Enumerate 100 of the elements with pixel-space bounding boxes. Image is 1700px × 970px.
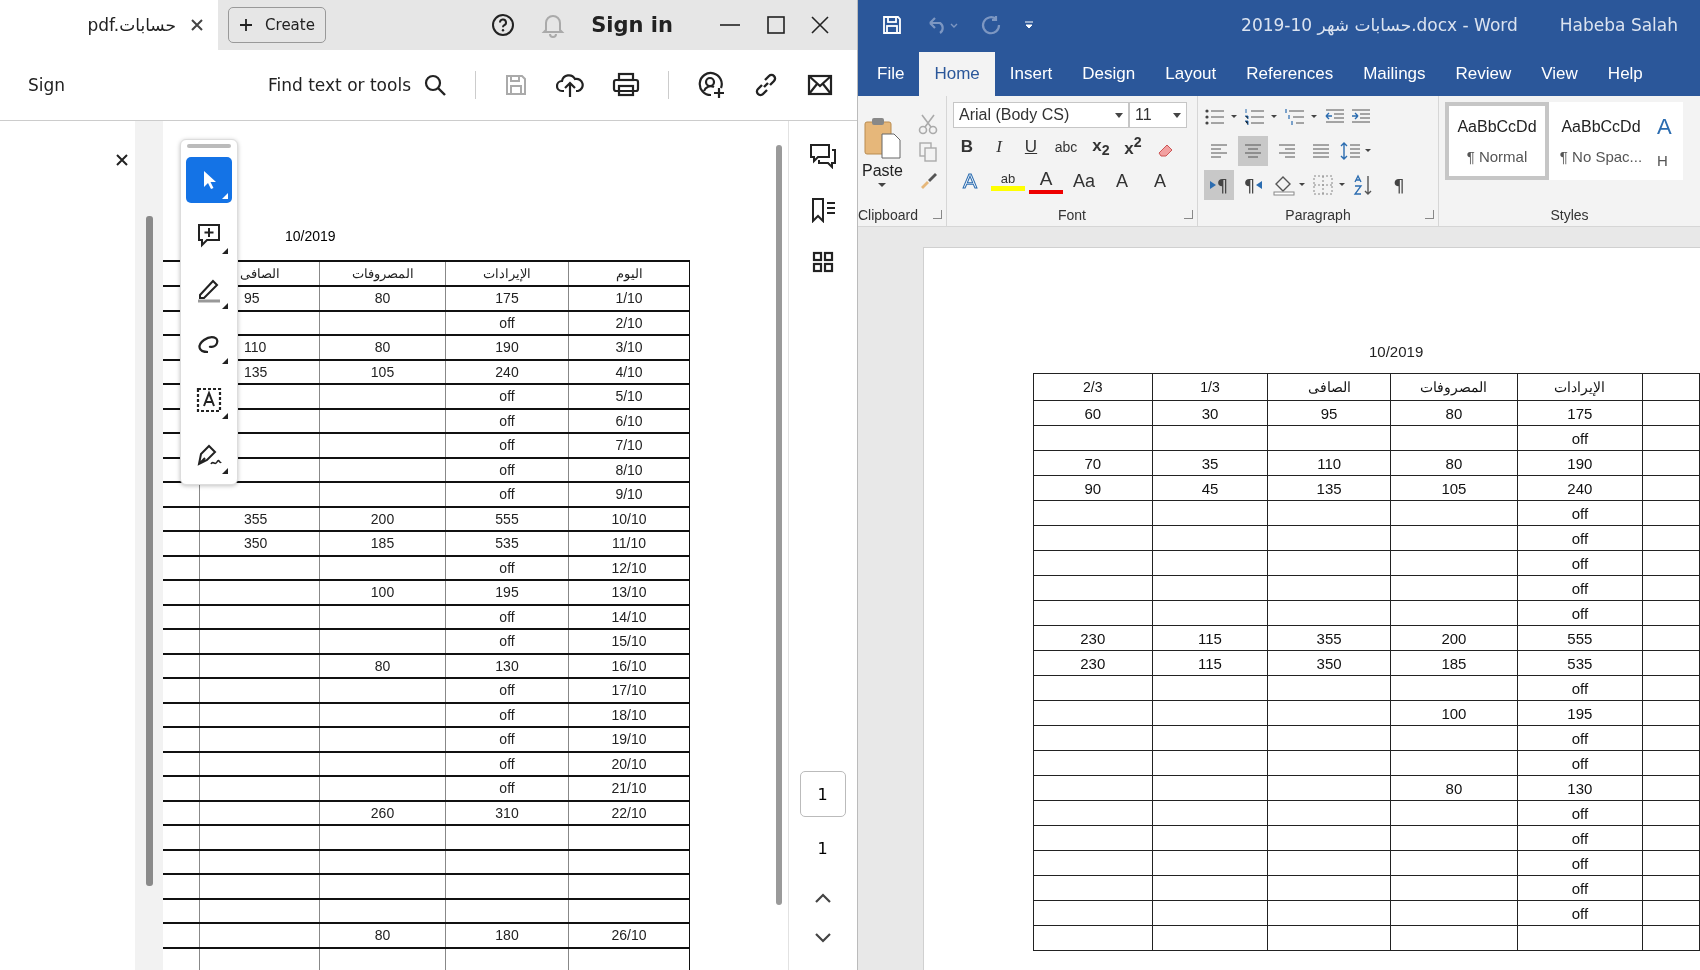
plus-icon <box>239 18 254 32</box>
print-icon[interactable] <box>612 72 640 98</box>
create-button[interactable]: Create <box>228 7 326 43</box>
sign-link[interactable]: Sign <box>28 75 66 95</box>
ribbon-tab[interactable]: Design <box>1067 52 1151 96</box>
chevron-down-icon[interactable] <box>813 932 832 944</box>
numbering-icon[interactable] <box>1244 108 1280 126</box>
format-button[interactable]: B <box>953 137 981 157</box>
save-icon[interactable] <box>882 15 902 35</box>
format-button[interactable]: x$^{2}$ <box>1119 134 1147 160</box>
table-cell: 13/10 <box>611 584 647 601</box>
ribbon-tab[interactable]: Home <box>919 52 995 96</box>
table-cell: 95 <box>244 290 260 307</box>
font-name-field[interactable]: Arial (Body CS) <box>953 102 1129 128</box>
ribbon-tab[interactable]: Layout <box>1150 52 1232 96</box>
scrollbar-thumb[interactable] <box>145 216 153 886</box>
table-cell: off <box>499 314 515 331</box>
ribbon-tab[interactable]: View <box>1526 52 1593 96</box>
table-cell: 18/10 <box>611 706 647 723</box>
table-cell: off <box>499 755 515 772</box>
cloud-upload-icon[interactable] <box>556 72 584 98</box>
user-name[interactable]: Habeba Salah <box>1559 15 1678 35</box>
table-cell: off <box>499 633 515 650</box>
search-label[interactable]: Find text or tools <box>267 75 411 95</box>
ribbon-tab[interactable]: Mailings <box>1348 52 1441 96</box>
decrease-indent-icon[interactable] <box>1324 108 1346 126</box>
sort-icon[interactable] <box>1352 174 1374 196</box>
select-tool[interactable] <box>186 157 232 203</box>
table-cell: 30 <box>1201 404 1219 422</box>
close-icon[interactable] <box>811 16 829 34</box>
format-button[interactable]: I <box>985 137 1013 157</box>
table-cell: 130 <box>495 657 519 674</box>
close-icon[interactable] <box>190 18 204 32</box>
ribbon-tab[interactable]: File <box>862 52 920 96</box>
page-number-field[interactable]: 1 <box>799 771 846 817</box>
line-spacing-icon[interactable] <box>1340 141 1374 161</box>
table-cell: 12/10 <box>611 559 647 576</box>
bullets-icon[interactable] <box>1204 108 1240 126</box>
add-person-icon[interactable] <box>697 71 725 99</box>
link-icon[interactable] <box>753 72 779 98</box>
style-option[interactable]: AaBbCcDd ¶ Normal <box>1445 102 1549 180</box>
bookmark-icon[interactable] <box>809 197 836 223</box>
customize-icon[interactable] <box>1024 20 1034 30</box>
mail-icon[interactable] <box>807 74 833 96</box>
style-option[interactable]: AaBbCcDd ¶ No Spac... <box>1549 102 1653 180</box>
increase-indent-icon[interactable] <box>1350 108 1372 126</box>
rtl-direction-button[interactable]: ¶ <box>1238 170 1268 200</box>
align-lines-icon <box>1312 144 1330 158</box>
column-header: الصافى <box>1307 379 1351 395</box>
chevron-up-icon[interactable] <box>813 892 832 904</box>
show-marks-button[interactable]: ¶ <box>1384 170 1414 200</box>
ltr-direction-button[interactable]: ¶ <box>1204 170 1234 200</box>
maximize-icon[interactable] <box>767 16 785 34</box>
font-tool-button[interactable]: ab <box>991 171 1025 191</box>
format-button[interactable]: abc <box>1049 139 1083 155</box>
table-cell: 3/10 <box>615 339 643 356</box>
font-tool-button[interactable]: A <box>1105 170 1139 192</box>
font-size-field[interactable]: 11 <box>1129 102 1187 128</box>
shading-icon[interactable] <box>1272 174 1308 196</box>
ribbon-tab[interactable]: References <box>1231 52 1349 96</box>
scrollbar-thumb[interactable] <box>776 145 782 905</box>
pen-icon <box>195 277 223 303</box>
multilevel-list-icon[interactable] <box>1284 108 1320 126</box>
ribbon-tab[interactable]: Review <box>1440 52 1527 96</box>
format-button[interactable]: x$_{2}$ <box>1087 135 1115 159</box>
search-icon[interactable] <box>423 73 447 97</box>
triangle-left-icon <box>1256 181 1263 189</box>
table-cell: 350 <box>244 535 268 552</box>
table-cell: 135 <box>1316 479 1342 497</box>
grid-icon[interactable] <box>811 251 834 273</box>
table-cell: 260 <box>370 804 395 821</box>
close-icon[interactable] <box>116 154 128 166</box>
comment-add-icon <box>196 222 222 248</box>
table-cell: off <box>1571 879 1589 897</box>
font-tool-button[interactable]: Aa <box>1067 170 1101 192</box>
table-cell: 185 <box>370 535 395 552</box>
paste-button[interactable]: Paste <box>862 116 903 188</box>
table-cell: off <box>1571 529 1589 547</box>
font-tool-button[interactable]: A <box>1143 170 1177 192</box>
table-cell: 80 <box>1445 404 1463 422</box>
table-cell: 555 <box>495 510 519 527</box>
table-cell: 80 <box>374 290 391 307</box>
document-tab[interactable]: pdf.حسابات <box>0 0 218 50</box>
table-cell: 200 <box>1441 629 1467 647</box>
table-cell: 80 <box>1445 454 1463 472</box>
table-cell: 20/10 <box>611 755 647 772</box>
ribbon-tab[interactable]: Help <box>1592 52 1658 96</box>
column-header: المصروفات <box>1420 379 1488 395</box>
table-cell: 80 <box>374 657 391 674</box>
style-option[interactable]: A H <box>1653 102 1683 180</box>
ribbon-tab[interactable]: Insert <box>994 52 1068 96</box>
format-button[interactable]: U <box>1017 137 1045 157</box>
help-icon[interactable] <box>491 13 516 37</box>
font-tool-button[interactable]: A <box>1029 168 1063 194</box>
table-cell: 8/10 <box>615 461 643 478</box>
table-cell: 15/10 <box>611 633 647 650</box>
clipboard-icon <box>862 116 903 160</box>
comment-icon[interactable] <box>808 143 837 169</box>
table-cell: 110 <box>1317 454 1342 472</box>
sign-in-button[interactable]: Sign in <box>591 13 673 37</box>
